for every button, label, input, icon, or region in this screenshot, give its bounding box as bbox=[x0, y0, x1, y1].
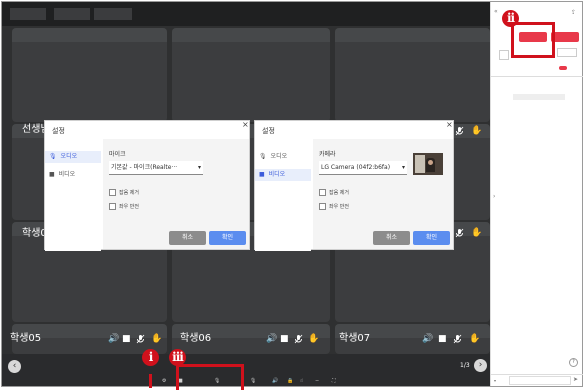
input-divider bbox=[491, 374, 583, 375]
cancel-button[interactable]: 취소 bbox=[169, 231, 206, 245]
hand-raise-icon[interactable]: ✋ bbox=[151, 334, 162, 344]
dialog-content: 카메라 LG Camera (04f2:b6fa) ▾ 잡음 제거 좌우 반전 … bbox=[313, 139, 453, 249]
dialog-title: 설정 bbox=[52, 127, 65, 135]
mirror-checkbox[interactable]: 좌우 반전 bbox=[319, 203, 349, 211]
chat-input[interactable] bbox=[509, 376, 571, 385]
dropdown-caret-icon: ▾ bbox=[401, 164, 405, 171]
toggle-switch[interactable] bbox=[559, 66, 567, 70]
camera-select[interactable]: LG Camera (04f2:b6fa) ▾ bbox=[319, 161, 407, 175]
video-tile[interactable] bbox=[12, 28, 167, 122]
marker-iii: iii bbox=[169, 349, 186, 366]
camera-icon[interactable]: ■ bbox=[438, 334, 447, 344]
hand-raise-icon[interactable]: ✋ bbox=[471, 228, 482, 238]
camera-label: 카메라 bbox=[319, 151, 336, 158]
participant-name-student05: 학생05 bbox=[10, 333, 42, 344]
video-tile[interactable] bbox=[335, 28, 490, 122]
camera-icon: ■ bbox=[49, 171, 55, 178]
prev-page-button[interactable]: ‹ bbox=[8, 360, 21, 373]
settings-gear-icon[interactable]: ⚙ bbox=[162, 376, 166, 386]
participant-name-student07: 학생07 bbox=[339, 333, 371, 344]
speaker-icon[interactable]: 🔊 bbox=[422, 334, 433, 344]
mic-muted-icon[interactable] bbox=[453, 334, 462, 347]
tab-1[interactable] bbox=[10, 8, 46, 20]
end-class-button[interactable] bbox=[551, 32, 579, 42]
participant-name-student06: 학생06 bbox=[180, 333, 212, 344]
settings-dialog-video: 설정 × 🎙 오디오 ■ 비디오 카메라 LG Camera (04f2:b6f… bbox=[254, 120, 454, 251]
top-tab-bar bbox=[2, 2, 490, 26]
page-indicator: 1/3 bbox=[460, 362, 470, 369]
noise-removal-checkbox[interactable]: 잡음 제거 bbox=[319, 189, 349, 197]
panel-divider bbox=[491, 76, 583, 77]
panel-small-button[interactable] bbox=[557, 48, 577, 57]
volume-icon[interactable]: 🔊 bbox=[272, 376, 278, 386]
highlight-box-iii bbox=[176, 364, 244, 390]
mic-muted-icon[interactable] bbox=[294, 334, 303, 347]
highlight-line-i bbox=[147, 374, 152, 388]
toolbar-mic2-icon[interactable]: 🎙 bbox=[250, 376, 256, 386]
help-icon[interactable]: ? bbox=[569, 358, 578, 367]
hand-raise-icon[interactable]: ✋ bbox=[308, 334, 319, 344]
panel-tool-icon[interactable] bbox=[499, 50, 509, 60]
minus-icon[interactable]: − bbox=[315, 376, 319, 386]
close-icon[interactable]: × bbox=[242, 120, 249, 129]
nav-audio[interactable]: 🎙 오디오 bbox=[255, 151, 311, 163]
dialog-title: 설정 bbox=[262, 127, 275, 135]
collapse-icon[interactable]: « bbox=[494, 9, 498, 15]
cancel-button[interactable]: 취소 bbox=[373, 231, 410, 245]
tab-3[interactable] bbox=[94, 8, 132, 20]
send-icon[interactable]: ➤ bbox=[573, 377, 578, 383]
nav-audio[interactable]: 🎙 오디오 bbox=[45, 151, 101, 163]
lock-icon[interactable]: 🔒 bbox=[287, 376, 293, 386]
noise-removal-checkbox[interactable]: 잡음 제거 bbox=[109, 189, 139, 197]
nav-video[interactable]: ■ 비디오 bbox=[255, 169, 311, 181]
mic-muted-icon[interactable] bbox=[455, 126, 464, 139]
confirm-button[interactable]: 확인 bbox=[413, 231, 450, 245]
pointer-icon[interactable]: ☝ bbox=[300, 376, 303, 386]
camera-icon: ■ bbox=[259, 171, 265, 178]
video-tile[interactable] bbox=[172, 28, 330, 122]
fullscreen-icon[interactable]: ⛶ bbox=[332, 376, 336, 386]
speaker-icon[interactable]: 🔊 bbox=[266, 334, 277, 344]
dialog-content: 마이크 기본값 - 마이크(Realte··· ▾ 잡음 제거 좌우 반전 취소… bbox=[103, 139, 249, 249]
tab-2[interactable] bbox=[54, 8, 90, 20]
close-icon[interactable]: × bbox=[446, 120, 453, 129]
hand-raise-icon[interactable]: ✋ bbox=[471, 126, 482, 136]
mic-label: 마이크 bbox=[109, 151, 126, 158]
mic-select[interactable]: 기본값 - 마이크(Realte··· ▾ bbox=[109, 161, 203, 175]
mic-icon: 🎙 bbox=[49, 153, 57, 160]
share-icon[interactable]: ⇪ bbox=[571, 10, 576, 16]
camera-icon[interactable]: ■ bbox=[122, 334, 131, 344]
expand-arrow-icon[interactable]: › bbox=[493, 194, 495, 200]
mic-icon: 🎙 bbox=[259, 153, 267, 160]
dialog-sidebar: 🎙 오디오 ■ 비디오 bbox=[255, 139, 311, 251]
camera-icon[interactable]: ■ bbox=[280, 334, 289, 344]
recipient-select[interactable]: ▾ bbox=[494, 378, 496, 384]
marker-i: i bbox=[142, 349, 159, 366]
nav-video[interactable]: ■ 비디오 bbox=[45, 169, 101, 181]
confirm-button[interactable]: 확인 bbox=[209, 231, 246, 245]
mic-muted-icon[interactable] bbox=[455, 228, 464, 241]
chat-message bbox=[513, 94, 565, 100]
bottom-bar bbox=[2, 354, 490, 386]
right-panel: « ⇪ › ? ▾ ➤ bbox=[490, 2, 583, 386]
hand-raise-icon[interactable]: ✋ bbox=[469, 334, 480, 344]
next-page-button[interactable]: › bbox=[474, 359, 487, 372]
marker-ii: ii bbox=[502, 10, 519, 27]
highlight-box-ii bbox=[511, 22, 555, 58]
mic-muted-icon[interactable] bbox=[136, 334, 145, 347]
mirror-checkbox[interactable]: 좌우 반전 bbox=[109, 203, 139, 211]
camera-preview bbox=[413, 153, 443, 175]
settings-dialog-audio: 설정 × 🎙 오디오 ■ 비디오 마이크 기본값 - 마이크(Realte···… bbox=[44, 120, 250, 251]
dropdown-caret-icon: ▾ bbox=[197, 164, 201, 171]
dialog-sidebar: 🎙 오디오 ■ 비디오 bbox=[45, 139, 101, 251]
speaker-icon[interactable]: 🔊 bbox=[108, 334, 119, 344]
